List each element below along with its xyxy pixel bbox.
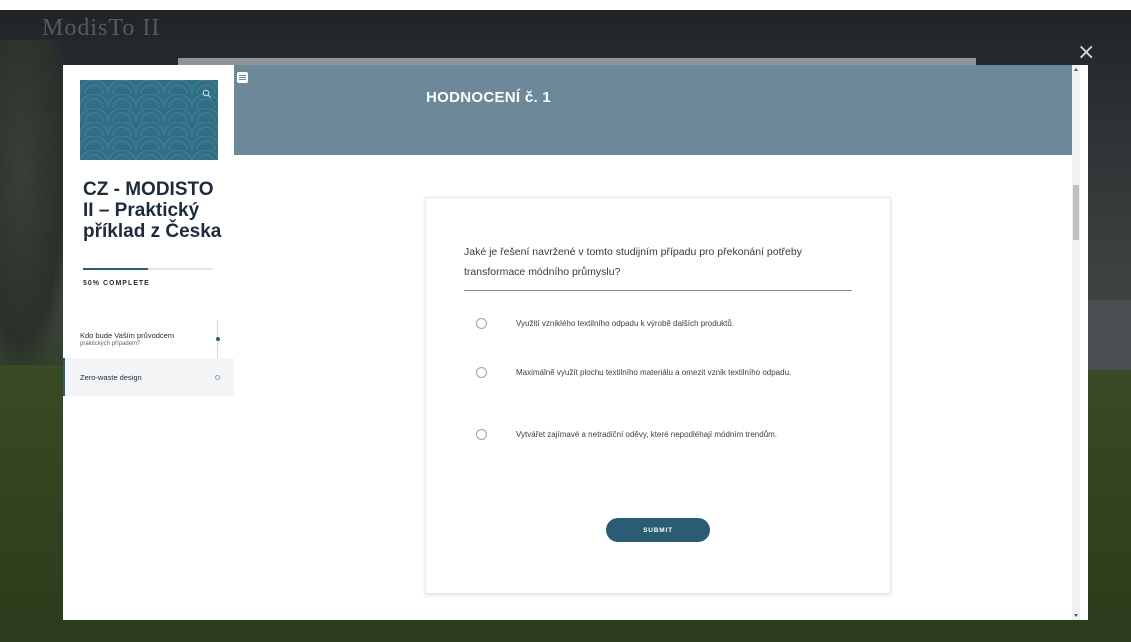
quiz-option-1[interactable]: Využití vzniklého textilního odpadu k vý… [476, 318, 816, 329]
nav-item-label: Zero-waste design [80, 372, 142, 382]
nav-item-sublabel: praktických případem? [80, 341, 141, 347]
submit-button[interactable]: SUBMIT [606, 518, 710, 542]
option-text: Vytvářet zajímavé a netradiční oděvy, kt… [516, 429, 778, 439]
overlay-strip [178, 58, 976, 65]
radio-button[interactable] [476, 429, 487, 440]
background-logo: ModisTo II [42, 15, 161, 41]
course-hero-image [80, 80, 218, 160]
quiz-question: Jaké je řešení navržené v tomto studijní… [464, 246, 802, 278]
lesson-nav: Kdo bude Vaším průvodcem praktických pří… [63, 320, 234, 396]
scroll-down-icon[interactable] [1074, 614, 1078, 617]
course-title: CZ - MODISTO II – Praktický příklad z Če… [83, 179, 222, 242]
incomplete-dot-icon [215, 375, 220, 380]
scrollbar-thumb[interactable] [1073, 185, 1079, 240]
radio-button[interactable] [476, 318, 487, 329]
lesson-content: HODNOCENÍ č. 1 Jaké je řešení navržené v… [234, 65, 1080, 620]
course-sidebar: CZ - MODISTO II – Praktický příklad z Če… [63, 65, 234, 620]
option-text: Využití vzniklého textilního odpadu k vý… [516, 318, 735, 328]
quiz-option-3[interactable]: Vytvářet zajímavé a netradiční oděvy, kt… [476, 429, 816, 440]
nav-item-zero-waste[interactable]: Zero-waste design [63, 358, 234, 396]
complete-dot-icon [216, 337, 220, 341]
progress-fill [83, 268, 148, 270]
progress-label: 50% COMPLETE [83, 280, 150, 287]
progress-bar [83, 268, 213, 270]
nav-item-label: Kdo bude Vaším průvodcem [80, 331, 175, 340]
search-icon[interactable] [202, 86, 212, 99]
lesson-header: HODNOCENÍ č. 1 [234, 65, 1080, 155]
background-tree [0, 40, 70, 370]
quiz-card: Jaké je řešení navržené v tomto studijní… [425, 197, 891, 594]
vertical-scrollbar[interactable] [1072, 65, 1080, 620]
option-text: Maximálně využít plochu textilního mater… [516, 367, 792, 377]
question-divider [464, 290, 852, 291]
course-modal: CZ - MODISTO II – Praktický příklad z Če… [63, 65, 1088, 620]
nav-item-guide[interactable]: Kdo bude Vaším průvodcem praktických pří… [63, 320, 234, 358]
lesson-title: HODNOCENÍ č. 1 [426, 89, 552, 106]
scroll-up-icon[interactable] [1074, 68, 1078, 71]
menu-icon[interactable] [237, 72, 248, 83]
quiz-option-2[interactable]: Maximálně využít plochu textilního mater… [476, 367, 816, 378]
radio-button[interactable] [476, 367, 487, 378]
close-button[interactable]: × [1077, 42, 1095, 64]
